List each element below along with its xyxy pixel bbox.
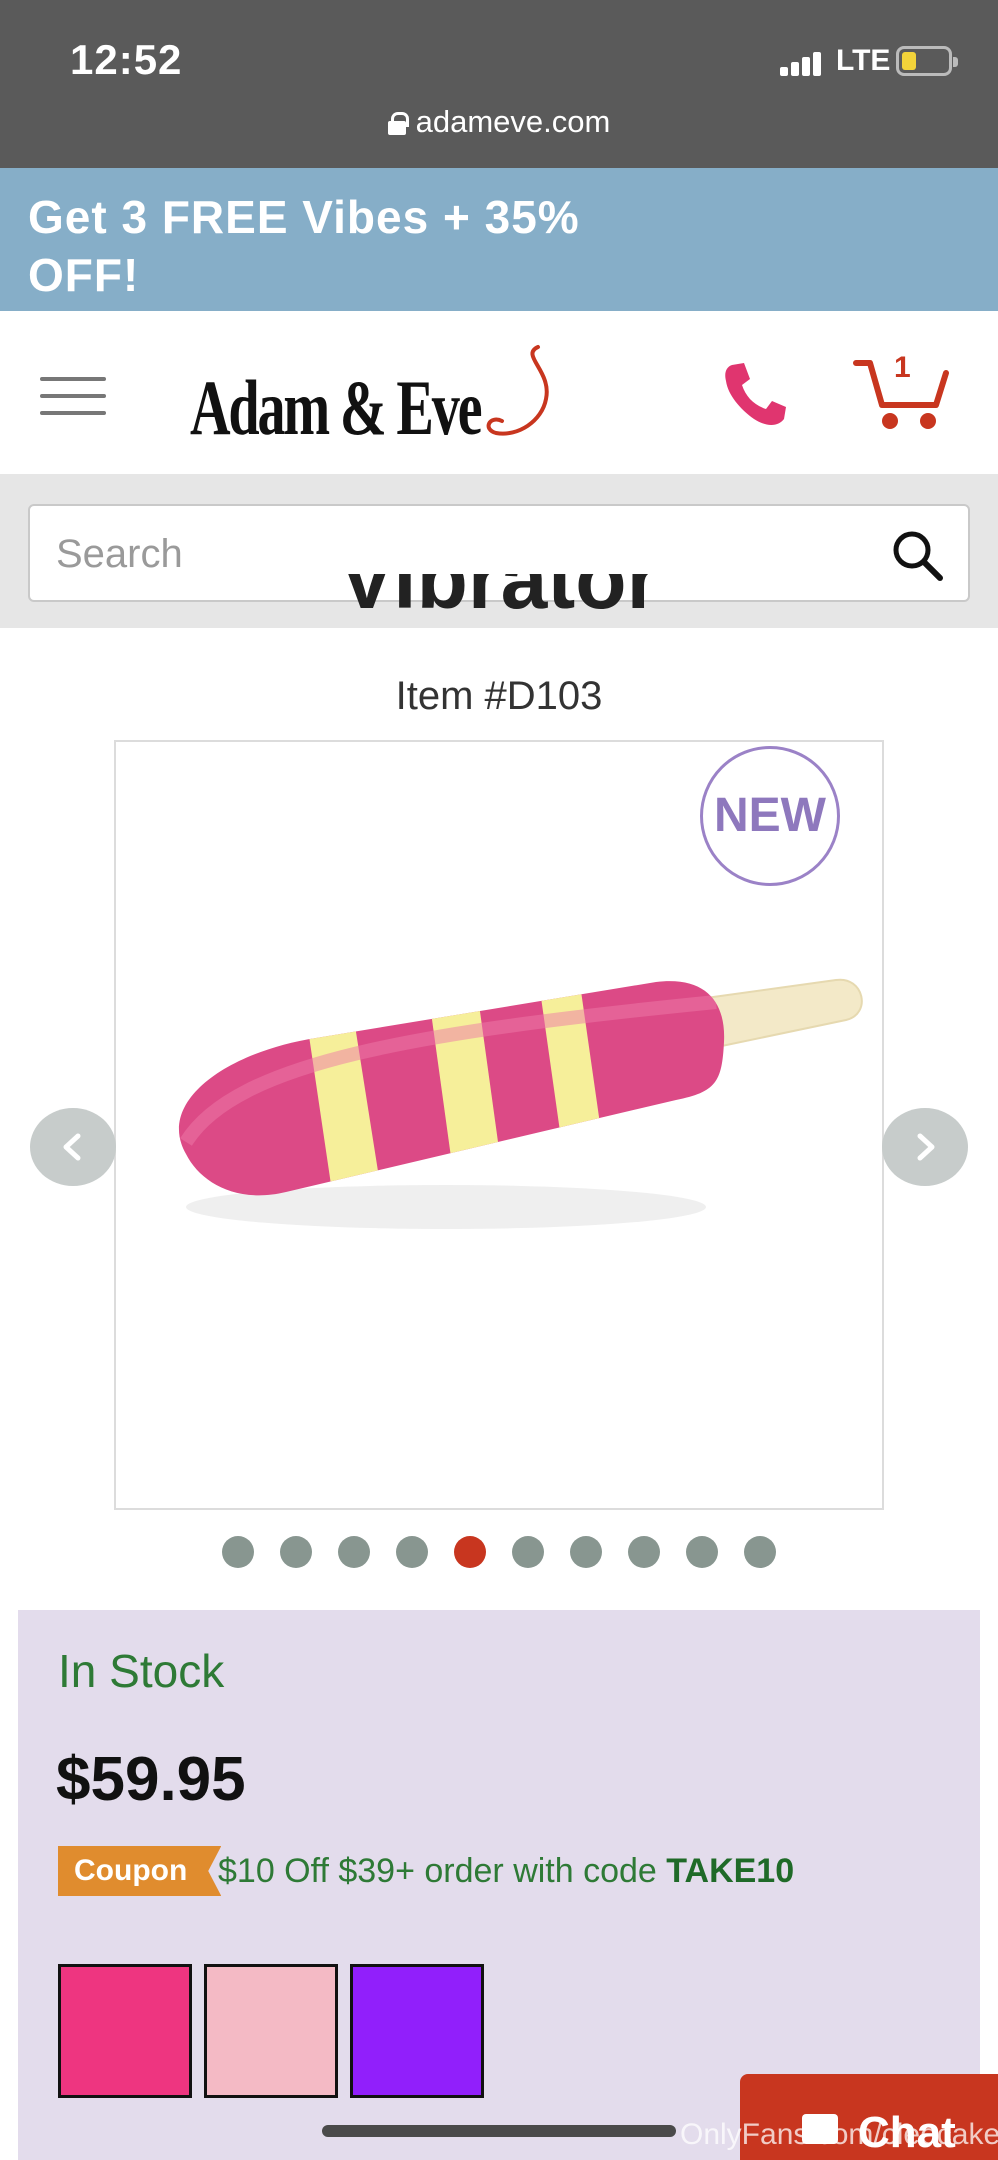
- gallery-dot[interactable]: [744, 1536, 776, 1568]
- battery-icon: [896, 46, 958, 76]
- product-title: Vibrator: [338, 574, 660, 626]
- gallery-dot[interactable]: [454, 1536, 486, 1568]
- color-swatch[interactable]: [204, 1964, 338, 2098]
- site-header: Adam & Eve 1: [0, 311, 998, 474]
- status-time: 12:52: [70, 36, 183, 83]
- gallery-next-button[interactable]: [882, 1108, 968, 1186]
- product-image: [178, 978, 863, 1229]
- color-swatch[interactable]: [58, 1964, 192, 2098]
- url-domain: adameve.com: [415, 104, 611, 139]
- promo-banner[interactable]: Get 3 FREE Vibes + 35% OFF!: [0, 168, 998, 311]
- coupon-code: TAKE10: [666, 1852, 795, 1890]
- coupon-badge: Coupon: [58, 1846, 222, 1896]
- item-number: Item #D103: [395, 674, 603, 718]
- product-image-gallery[interactable]: NEW: [114, 740, 884, 1510]
- signal-icon: [780, 52, 824, 76]
- chevron-left-icon: [63, 1133, 81, 1161]
- gallery-dot[interactable]: [628, 1536, 660, 1568]
- chevron-right-icon: [917, 1133, 935, 1161]
- promo-text: Get 3 FREE Vibes + 35% OFF!: [28, 191, 580, 301]
- menu-icon[interactable]: [40, 377, 106, 415]
- url-bar[interactable]: adameve.com: [0, 104, 998, 148]
- gallery-prev-button[interactable]: [30, 1108, 116, 1186]
- phone-icon[interactable]: [718, 357, 792, 431]
- status-bar: 12:52 LTE adameve.com: [0, 0, 998, 168]
- new-badge: NEW: [700, 746, 840, 886]
- logo-swirl-icon: [486, 345, 549, 436]
- gallery-pagination: [0, 1536, 998, 1568]
- cart-count-badge: 1: [894, 351, 911, 384]
- gallery-dot[interactable]: [512, 1536, 544, 1568]
- coupon-offer-text: $10 Off $39+ order with code: [218, 1852, 667, 1890]
- gallery-dot[interactable]: [280, 1536, 312, 1568]
- gallery-dot[interactable]: [570, 1536, 602, 1568]
- color-swatch[interactable]: [350, 1964, 484, 2098]
- watermark: OnlyFans.com/cleocake: [680, 2118, 998, 2151]
- gallery-dot[interactable]: [338, 1536, 370, 1568]
- gallery-dot[interactable]: [222, 1536, 254, 1568]
- lock-icon: [387, 112, 409, 135]
- stock-status: In Stock: [58, 1645, 225, 1697]
- product-price: $59.95: [56, 1745, 246, 1814]
- gallery-dot[interactable]: [686, 1536, 718, 1568]
- logo-text: Adam & Eve: [190, 364, 483, 451]
- coupon-offer: $10 Off $39+ order with code TAKE10: [218, 1852, 794, 1891]
- brand-logo[interactable]: Adam & Eve: [190, 341, 550, 451]
- gallery-dot[interactable]: [396, 1536, 428, 1568]
- network-type: LTE: [836, 44, 891, 77]
- home-indicator[interactable]: [322, 2125, 676, 2137]
- color-swatches: [58, 1964, 496, 2098]
- cart-button[interactable]: 1: [852, 351, 952, 435]
